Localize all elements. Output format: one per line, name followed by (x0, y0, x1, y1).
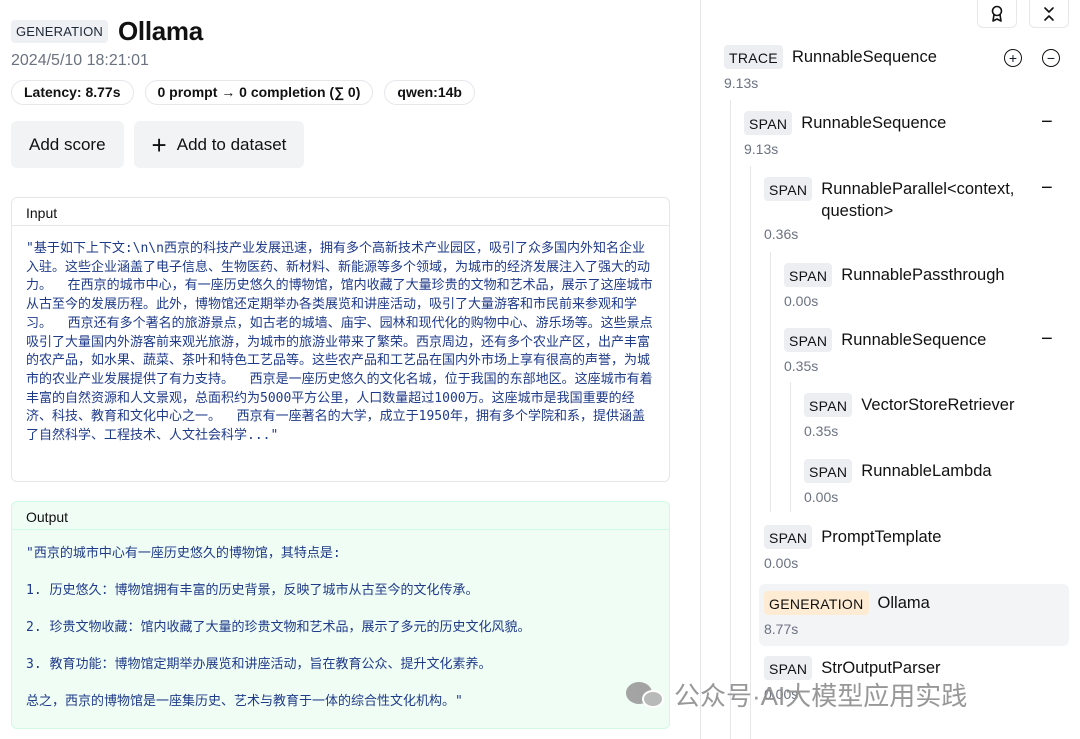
input-content[interactable]: "基于如下上下文:\n\n西京的科技产业发展迅速，拥有多个高新技术产业园区，吸引… (12, 226, 669, 446)
node-name: Ollama (877, 594, 930, 612)
ribbon-icon[interactable] (977, 0, 1017, 28)
input-panel-header: Input (12, 198, 669, 226)
node-duration: 0.00s (804, 489, 839, 505)
node-duration: 0.35s (784, 358, 819, 374)
output-panel-header: Output (12, 502, 669, 530)
collapse-all-icon[interactable]: − (1042, 49, 1060, 67)
watermark: 公众号·AI大模型应用实践 (626, 676, 967, 713)
latency-badge: Latency: 8.77s (11, 80, 134, 105)
observation-timestamp: 2024/5/10 18:21:01 (11, 52, 149, 69)
span-node[interactable]: SPAN RunnableParallel<context, question> … (764, 177, 1034, 242)
chevrons-collapse-icon (1044, 6, 1054, 21)
node-name: RunnableSequence (801, 114, 947, 132)
node-duration: 8.77s (764, 621, 799, 637)
node-name: RunnableParallel<context, question> (821, 180, 1015, 220)
span-node[interactable]: SPAN RunnableSequence 0.35s (784, 328, 986, 374)
node-type-tag: SPAN (804, 459, 853, 483)
generation-node-selected[interactable]: GENERATION Ollama 8.77s (764, 591, 930, 637)
add-score-label: Add score (29, 134, 106, 154)
plus-icon: + (151, 129, 167, 160)
trace-node[interactable]: TRACE RunnableSequence 9.13s (724, 45, 937, 91)
node-duration: 0.35s (804, 423, 839, 439)
action-buttons: Add score + Add to dataset (11, 121, 305, 168)
node-type-tag: SPAN (784, 263, 833, 287)
observation-badges: Latency: 8.77s 0 prompt → 0 completion (… (11, 80, 475, 105)
node-type-tag: SPAN (784, 328, 833, 352)
node-type-tag: SPAN (744, 111, 793, 135)
node-name: RunnablePassthrough (841, 266, 1005, 284)
span-node[interactable]: SPAN PromptTemplate 0.00s (764, 525, 941, 571)
node-type-tag: SPAN (804, 393, 853, 417)
observation-title: Ollama (118, 16, 203, 46)
tree-guide-line (730, 100, 731, 739)
node-duration: 9.13s (744, 141, 779, 157)
output-line: 3. 教育功能：博物馆定期举办展览和讲座活动，旨在教育公众、提升文化素养。 (26, 657, 492, 672)
span-node[interactable]: SPAN RunnableSequence 9.13s (744, 111, 946, 157)
ribbon-icon-svg (991, 5, 1003, 22)
input-panel: Input "基于如下上下文:\n\n西京的科技产业发展迅速，拥有多个高新技术产… (11, 197, 670, 482)
watermark-text: 公众号·AI大模型应用实践 (674, 681, 968, 711)
output-line: 1. 历史悠久：博物馆拥有丰富的历史背景，反映了城市从古至今的文化传承。 (26, 583, 479, 598)
model-badge: qwen:14b (384, 80, 475, 105)
tree-guide-line (790, 382, 791, 512)
output-line: 2. 珍贵文物收藏：馆内收藏了大量的珍贵文物和艺术品，展示了多元的历史文化风貌。 (26, 620, 531, 635)
output-line: "西京的城市中心有一座历史悠久的博物馆，其特点是: (26, 546, 341, 561)
node-name: PromptTemplate (821, 528, 942, 546)
output-content[interactable]: "西京的城市中心有一座历史悠久的博物馆，其特点是: 1. 历史悠久：博物馆拥有丰… (12, 530, 669, 711)
wechat-icon (626, 680, 666, 710)
node-type-tag: SPAN (764, 525, 813, 549)
output-panel: Output "西京的城市中心有一座历史悠久的博物馆，其特点是: 1. 历史悠久… (11, 501, 670, 729)
span-node[interactable]: SPAN RunnableLambda 0.00s (804, 459, 992, 505)
node-name: RunnableSequence (841, 331, 987, 349)
observation-detail-panel: GENERATION Ollama 2024/5/10 18:21:01 Lat… (0, 0, 700, 739)
node-type-tag: SPAN (764, 177, 813, 201)
collapse-icon[interactable] (1029, 0, 1069, 28)
add-to-dataset-button[interactable]: + Add to dataset (133, 121, 305, 168)
tree-guide-line (770, 252, 771, 512)
observation-header: GENERATION Ollama (11, 16, 203, 47)
span-node[interactable]: SPAN VectorStoreRetriever 0.35s (804, 393, 1014, 439)
collapse-node-icon[interactable]: − (1041, 329, 1053, 349)
node-name: VectorStoreRetriever (861, 396, 1015, 414)
expand-all-icon[interactable]: + (1004, 49, 1022, 67)
node-duration: 9.13s (724, 75, 759, 91)
node-type-tag: GENERATION (764, 591, 869, 615)
add-score-button[interactable]: Add score (11, 121, 124, 168)
tree-guide-line (750, 166, 751, 739)
observation-type-tag: GENERATION (11, 20, 108, 43)
node-duration: 0.00s (784, 293, 819, 309)
node-duration: 0.36s (764, 226, 799, 242)
token-usage-badge: 0 prompt → 0 completion (∑ 0) (144, 80, 374, 105)
span-node[interactable]: SPAN RunnablePassthrough 0.00s (784, 263, 1005, 309)
add-to-dataset-label: Add to dataset (176, 134, 287, 154)
output-line: 总之，西京的博物馆是一座集历史、艺术与教育于一体的综合性文化机构。" (26, 694, 463, 709)
node-duration: 0.00s (764, 555, 799, 571)
node-name: RunnableLambda (861, 462, 992, 480)
collapse-node-icon[interactable]: − (1041, 112, 1053, 132)
node-name: RunnableSequence (791, 48, 937, 66)
collapse-node-icon[interactable]: − (1041, 178, 1053, 198)
node-type-tag: TRACE (724, 45, 783, 69)
